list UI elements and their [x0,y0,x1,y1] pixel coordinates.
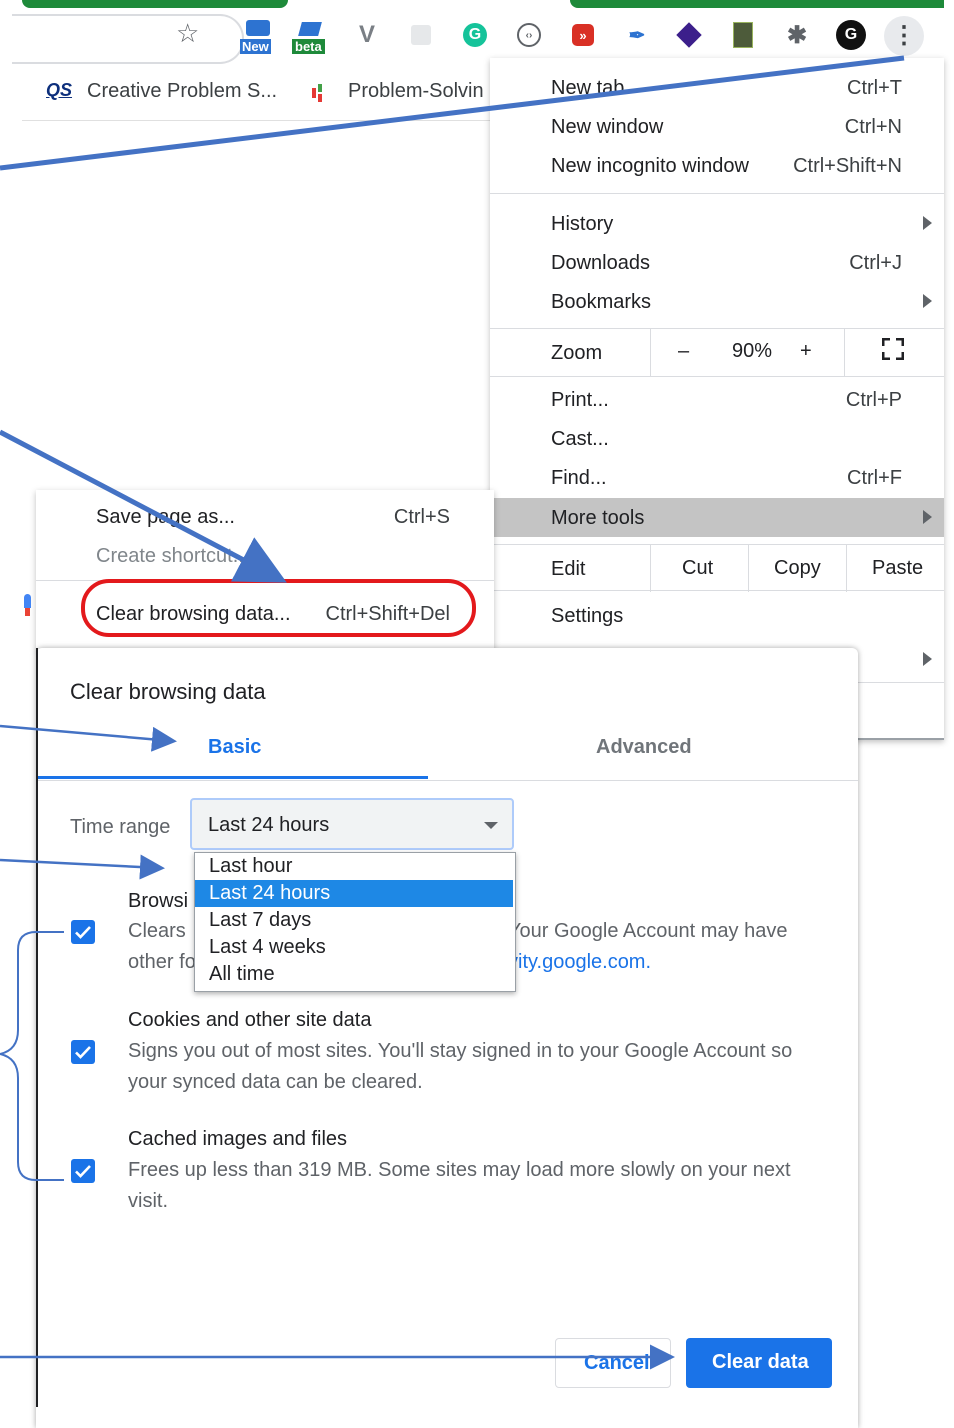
bookmark-creative-problem[interactable]: Creative Problem S... [87,80,277,103]
submenu-arrow-icon [923,652,932,666]
microphone-icon [22,594,32,616]
extension-diamond-icon[interactable] [674,20,704,50]
extension-code-icon[interactable]: ‹› [514,20,544,50]
clear-data-button[interactable]: Clear data [686,1338,832,1388]
problem-solving-bookmark-icon [312,84,326,102]
paste-button[interactable]: Paste [872,557,923,580]
grammarly-icon[interactable]: G [460,20,490,50]
extension-new-icon[interactable]: New [240,20,278,54]
cookies-desc-1: Signs you out of most sites. You'll stay… [128,1040,793,1062]
copy-button[interactable]: Copy [774,557,821,580]
extension-square-icon[interactable] [406,20,436,50]
menu-item-create-shortcut[interactable]: Create shortcut... [36,537,494,575]
page-divider [22,120,492,121]
dialog-title: Clear browsing data [70,679,266,704]
submenu-arrow-icon [923,216,932,230]
menu-item-settings[interactable]: Settings [490,596,944,635]
tab-basic[interactable]: Basic [208,736,261,759]
zoom-row: Zoom – 90% + [490,328,944,376]
menu-separator [490,590,944,591]
browsing-history-desc-1: Clears [128,920,186,942]
menu-separator [490,193,944,194]
option-last-7-days[interactable]: Last 7 days [195,907,513,934]
cached-title: Cached images and files [128,1128,348,1150]
zoom-level: 90% [732,340,773,362]
browsing-history-desc-1b: Your Google Account may have [508,920,788,942]
menu-item-history[interactable]: History [490,204,944,243]
feather-icon[interactable]: ✒ [622,20,652,50]
option-all-time[interactable]: All time [195,961,513,988]
menu-item-more-tools[interactable]: More tools [490,498,944,537]
check-icon [75,926,91,939]
submenu-arrow-icon [923,510,932,524]
menu-item-new-incognito[interactable]: New incognito window Ctrl+Shift+N [490,146,944,185]
time-range-select[interactable]: Last 24 hours [190,798,514,850]
qs-bookmark-icon: QS [46,80,73,100]
menu-separator [490,376,944,377]
option-last-24-hours[interactable]: Last 24 hours [195,880,513,907]
zoom-label: Zoom [551,342,603,364]
cancel-button[interactable]: Cancel [555,1338,671,1388]
extension-v-icon[interactable]: V [352,20,382,50]
time-range-label: Time range [70,816,171,838]
cached-desc-2: visit. [128,1190,168,1212]
menu-item-print[interactable]: Print... Ctrl+P [490,380,944,419]
highlight-outline [81,579,476,637]
menu-item-save-page[interactable]: Save page as... Ctrl+S [36,498,494,536]
dialog-left-edge [36,648,38,1407]
menu-item-find[interactable]: Find... Ctrl+F [490,458,944,497]
chrome-main-menu: New tab Ctrl+T New window Ctrl+N New inc… [490,58,944,740]
cookies-checkbox[interactable] [71,1040,95,1064]
dropdown-caret-icon [484,822,498,829]
menu-item-cast[interactable]: Cast... [490,419,944,458]
zoom-in-button[interactable]: + [800,340,812,363]
extension-forward-icon[interactable]: » [568,20,598,50]
browsing-history-title: Browsi [128,890,189,912]
tab-advanced[interactable]: Advanced [596,736,692,759]
edit-row: Edit Cut Copy Paste [490,544,944,592]
zoom-out-button[interactable]: – [678,340,689,363]
tab-strip-right [570,0,944,8]
option-last-hour[interactable]: Last hour [195,853,513,880]
submenu-arrow-icon [923,294,932,308]
cut-button[interactable]: Cut [682,557,713,580]
edit-label: Edit [551,558,586,580]
browsing-history-checkbox[interactable] [71,920,95,944]
menu-item-new-tab[interactable]: New tab Ctrl+T [490,68,944,107]
extension-beta-icon[interactable]: beta [292,20,334,54]
cached-desc-1: Frees up less than 319 MB. Some sites ma… [128,1159,791,1181]
clear-browsing-data-dialog: Clear browsing data Basic Advanced Time … [36,648,858,1428]
browsing-history-desc-2: other fo [128,951,196,973]
cookies-desc-2: your synced data can be cleared. [128,1071,423,1093]
cached-checkbox[interactable] [71,1159,95,1183]
fullscreen-icon[interactable] [881,337,905,361]
check-icon [75,1046,91,1059]
time-range-dropdown: Last hour Last 24 hours Last 7 days Last… [194,852,516,992]
extension-book-icon[interactable] [728,20,758,50]
menu-item-bookmarks[interactable]: Bookmarks [490,282,944,321]
active-tab-indicator [36,776,428,779]
chrome-menu-button[interactable]: ⋮ [884,16,924,56]
bookmark-star-icon[interactable]: ☆ [176,18,199,49]
menu-item-new-window[interactable]: New window Ctrl+N [490,107,944,146]
active-tab-strip [22,0,288,8]
check-icon [75,1165,91,1178]
more-vert-icon: ⋮ [892,22,916,49]
profile-avatar[interactable]: G [836,20,866,50]
extensions-puzzle-icon[interactable]: ✱ [782,20,812,50]
menu-item-downloads[interactable]: Downloads Ctrl+J [490,243,944,282]
myactivity-link[interactable]: vity.google.com. [508,947,651,978]
option-last-4-weeks[interactable]: Last 4 weeks [195,934,513,961]
bookmark-problem-solving[interactable]: Problem-Solvin [348,80,484,103]
tab-divider [36,780,858,781]
address-bar[interactable] [12,14,244,64]
cookies-title: Cookies and other site data [128,1009,372,1031]
